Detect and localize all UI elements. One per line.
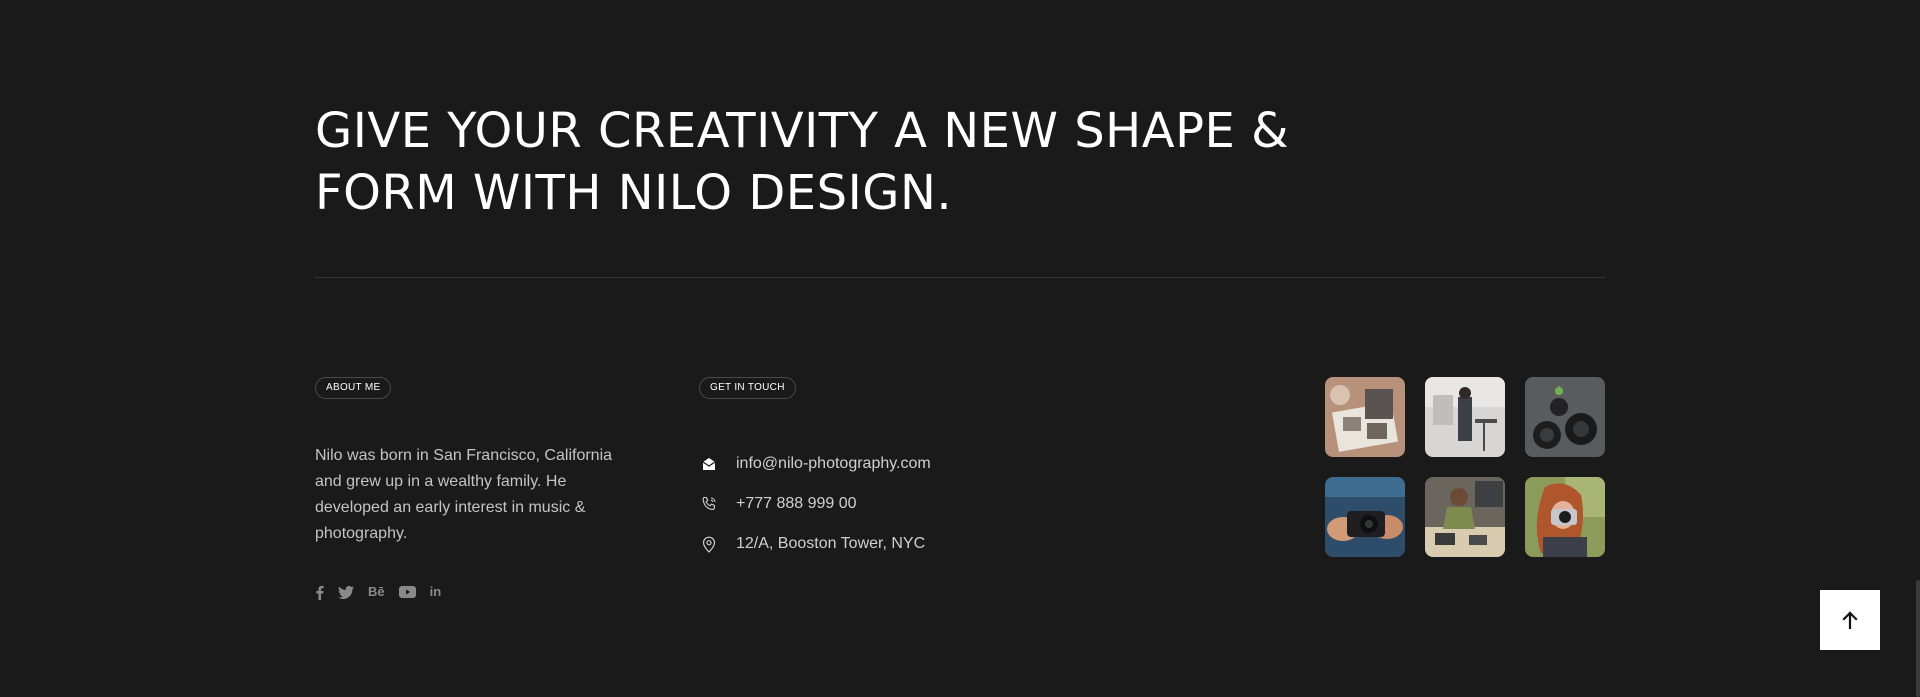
photo-thumbnail-lenses-icon[interactable]: [1525, 377, 1605, 457]
social-links: Bē in: [315, 584, 441, 600]
photo-gallery: [1325, 377, 1605, 557]
contact-phone-row[interactable]: +777 888 999 00: [699, 484, 931, 524]
footer-headline: GIVE YOUR CREATIVITY A NEW SHAPE & FORM …: [315, 100, 1295, 224]
behance-icon[interactable]: Bē: [368, 584, 385, 600]
contact-address: 12/A, Booston Tower, NYC: [736, 535, 926, 552]
scrollbar-thumb[interactable]: [1916, 580, 1920, 697]
page-scrollbar[interactable]: [1915, 0, 1920, 697]
linkedin-icon[interactable]: in: [430, 584, 442, 600]
arrow-up-icon: [1842, 611, 1858, 629]
youtube-icon[interactable]: [398, 584, 416, 600]
headline-line-2: FORM WITH NILO DESIGN.: [315, 165, 953, 221]
photo-thumbnail-photographer-icon[interactable]: [1525, 477, 1605, 557]
about-text: Nilo was born in San Francisco, Californ…: [315, 447, 613, 542]
map-pin-icon: [699, 534, 719, 554]
photo-thumbnail-studio-icon[interactable]: [1425, 377, 1505, 457]
contact-phone[interactable]: +777 888 999 00: [736, 495, 857, 513]
back-to-top-button[interactable]: [1820, 590, 1880, 650]
footer-divider: [315, 277, 1605, 278]
envelope-icon: [699, 454, 719, 474]
headline-line-1: GIVE YOUR CREATIVITY A NEW SHAPE &: [315, 103, 1290, 159]
about-me-badge: ABOUT ME: [315, 377, 392, 399]
contact-address-row: 12/A, Booston Tower, NYC: [699, 524, 931, 564]
get-in-touch-badge: GET IN TOUCH: [699, 377, 796, 399]
photo-thumbnail-woman-desk-icon[interactable]: [1425, 477, 1505, 557]
twitter-icon[interactable]: [338, 584, 354, 600]
photo-thumbnail-camera-hands-icon[interactable]: [1325, 477, 1405, 557]
phone-icon: [699, 494, 719, 514]
facebook-icon[interactable]: [315, 584, 324, 600]
contact-list: info@nilo-photography.com +777 888 999 0…: [699, 444, 931, 564]
contact-email-row[interactable]: info@nilo-photography.com: [699, 444, 931, 484]
photo-thumbnail-prints-icon[interactable]: [1325, 377, 1405, 457]
contact-email[interactable]: info@nilo-photography.com: [736, 455, 931, 473]
